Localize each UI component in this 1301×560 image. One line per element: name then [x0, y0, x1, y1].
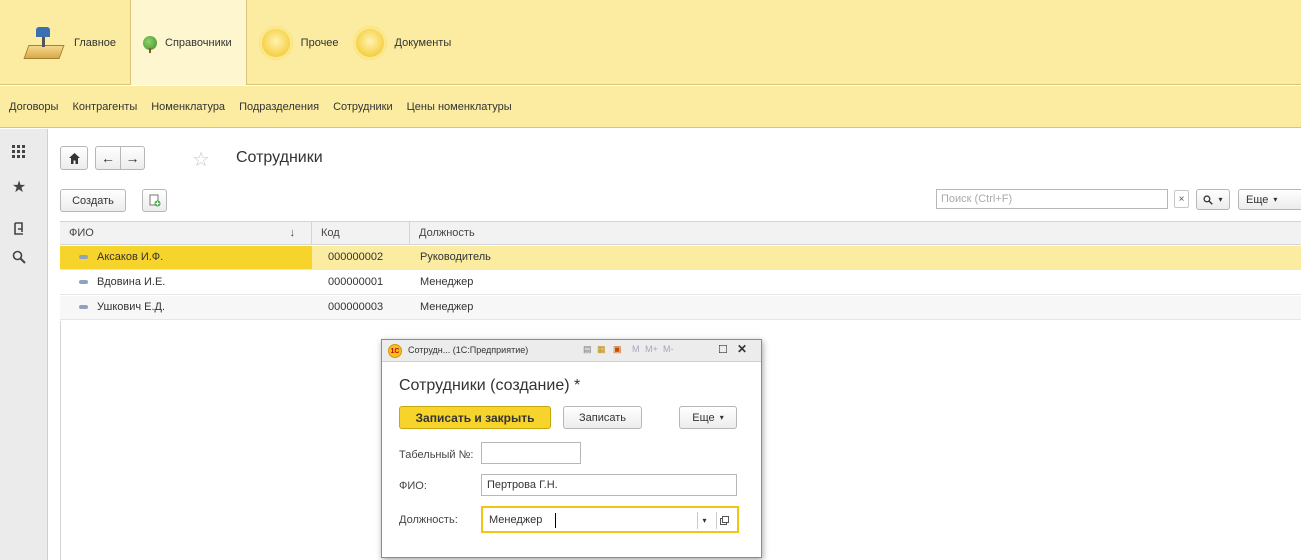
cell-position: Менеджер [420, 301, 474, 313]
yellow-disc-icon [258, 25, 293, 60]
calculator-doc-icon[interactable]: ▤ [583, 344, 592, 355]
tab-number-label: Табельный №: [399, 449, 474, 461]
section-documents[interactable]: Документы [352, 0, 466, 85]
tree-icon [143, 35, 158, 53]
chevron-down-icon: ▾ [1218, 195, 1223, 204]
favorite-star-icon[interactable]: ☆ [192, 147, 210, 172]
dropdown-button[interactable]: ▾ [697, 512, 711, 529]
form-title: Сотрудники (создание) * [399, 377, 581, 394]
more-label: Еще [1246, 193, 1269, 206]
table-header: ФИО ↓ Код Должность [60, 221, 1301, 245]
tab-number-field[interactable] [481, 442, 581, 464]
nav-link-contracts[interactable]: Договоры [9, 101, 58, 113]
cell-fio: Аксаков И.Ф. [60, 246, 312, 269]
desk-lamp-icon [22, 23, 66, 63]
nav-link-departments[interactable]: Подразделения [239, 101, 319, 113]
cell-fio: Ушкович Е.Д. [60, 296, 312, 319]
form-more-button[interactable]: Еще ▾ [679, 406, 737, 429]
save-and-close-button[interactable]: Записать и закрыть [399, 406, 551, 429]
item-marker-icon [79, 280, 88, 285]
favorites-star-icon[interactable]: ★ [10, 178, 28, 196]
section-main-label: Главное [74, 36, 117, 49]
close-icon[interactable]: ✕ [737, 342, 747, 356]
search-clear-button[interactable]: × [1174, 190, 1189, 208]
open-reference-icon[interactable] [716, 512, 732, 529]
section-other[interactable]: Прочее [247, 0, 353, 85]
memory-minus-button[interactable]: M- [663, 344, 674, 354]
maximize-icon[interactable]: ☐ [718, 343, 728, 356]
section-catalogs-label: Справочники [165, 36, 232, 49]
search-button[interactable]: ▾ [1196, 189, 1230, 210]
cell-position: Менеджер [420, 276, 474, 288]
save-button[interactable]: Записать [563, 406, 642, 429]
item-marker-icon [79, 255, 88, 260]
position-label: Должность: [399, 514, 458, 526]
cell-position: Руководитель [420, 251, 491, 263]
more-button[interactable]: Еще ▾ [1238, 189, 1301, 210]
calculator-icon[interactable]: ▦ [597, 344, 606, 355]
cell-fio: Вдовина И.Е. [60, 271, 312, 294]
position-value: Менеджер [489, 514, 543, 526]
item-marker-icon [79, 305, 88, 310]
home-button[interactable] [60, 146, 88, 170]
chevron-down-icon: ▾ [719, 413, 724, 422]
table-left-border [60, 321, 61, 560]
form-more-label: Еще [692, 411, 715, 424]
sections-panel: Главное Справочники Прочее Документы [0, 0, 1301, 85]
add-document-icon [149, 194, 160, 207]
text-cursor [555, 513, 556, 528]
nav-link-employees[interactable]: Сотрудники [333, 101, 393, 113]
section-other-label: Прочее [300, 36, 339, 49]
section-main[interactable]: Главное [0, 0, 130, 85]
section-documents-label: Документы [394, 36, 452, 49]
table-row[interactable]: Аксаков И.Ф. 000000002 Руководитель [60, 246, 1301, 270]
magnifier-icon [1203, 194, 1214, 205]
navigation-panel: Договоры Контрагенты Номенклатура Подраз… [0, 86, 1301, 128]
employee-create-window: 1С Сотрудн... (1С:Предприятие) ▤ ▦ ▣ M M… [381, 339, 762, 558]
sort-desc-icon: ↓ [289, 227, 296, 239]
nav-link-nomenclature[interactable]: Номенклатура [151, 101, 225, 113]
search-input[interactable]: Поиск (Ctrl+F) [936, 189, 1168, 209]
cell-code: 000000001 [328, 276, 384, 288]
calendar-icon[interactable]: ▣ [613, 344, 622, 355]
fio-field[interactable]: Пертрова Г.Н. [481, 474, 737, 496]
yellow-disc-icon [352, 25, 387, 60]
1c-logo-icon: 1С [388, 344, 402, 358]
chevron-down-icon: ▾ [1273, 195, 1278, 204]
forward-button[interactable]: → [120, 146, 145, 170]
tools-panel: ★ [0, 129, 48, 560]
table-row[interactable]: Ушкович Е.Д. 000000003 Менеджер [60, 296, 1301, 320]
arrow-left-icon: ← [101, 150, 115, 166]
history-icon[interactable] [10, 220, 28, 238]
create-button[interactable]: Создать [60, 189, 126, 212]
column-header-position[interactable]: Должность [410, 222, 1301, 245]
home-icon [68, 152, 80, 164]
memory-plus-button[interactable]: M+ [645, 344, 658, 354]
section-catalogs[interactable]: Справочники [130, 0, 247, 85]
position-field[interactable]: Менеджер ▾ [481, 506, 739, 533]
arrow-right-icon: → [125, 150, 140, 166]
cell-code: 000000002 [328, 251, 384, 263]
apps-grid-icon[interactable] [10, 143, 28, 161]
create-copy-button[interactable] [142, 189, 167, 212]
cell-code: 000000003 [328, 301, 384, 313]
table-row[interactable]: Вдовина И.Е. 000000001 Менеджер [60, 271, 1301, 295]
search-icon[interactable] [10, 248, 28, 266]
back-button[interactable]: ← [95, 146, 121, 170]
window-titlebar: 1С Сотрудн... (1С:Предприятие) ▤ ▦ ▣ M M… [382, 340, 761, 362]
column-header-fio[interactable]: ФИО ↓ [60, 222, 312, 245]
window-title: Сотрудн... (1С:Предприятие) [408, 345, 529, 355]
column-header-code[interactable]: Код [312, 222, 410, 245]
memory-m-button[interactable]: M [632, 344, 640, 354]
nav-link-prices[interactable]: Цены номенклатуры [407, 101, 512, 113]
fio-label: ФИО: [399, 480, 427, 492]
page-title: Сотрудники [236, 149, 323, 166]
nav-link-counterparties[interactable]: Контрагенты [72, 101, 137, 113]
